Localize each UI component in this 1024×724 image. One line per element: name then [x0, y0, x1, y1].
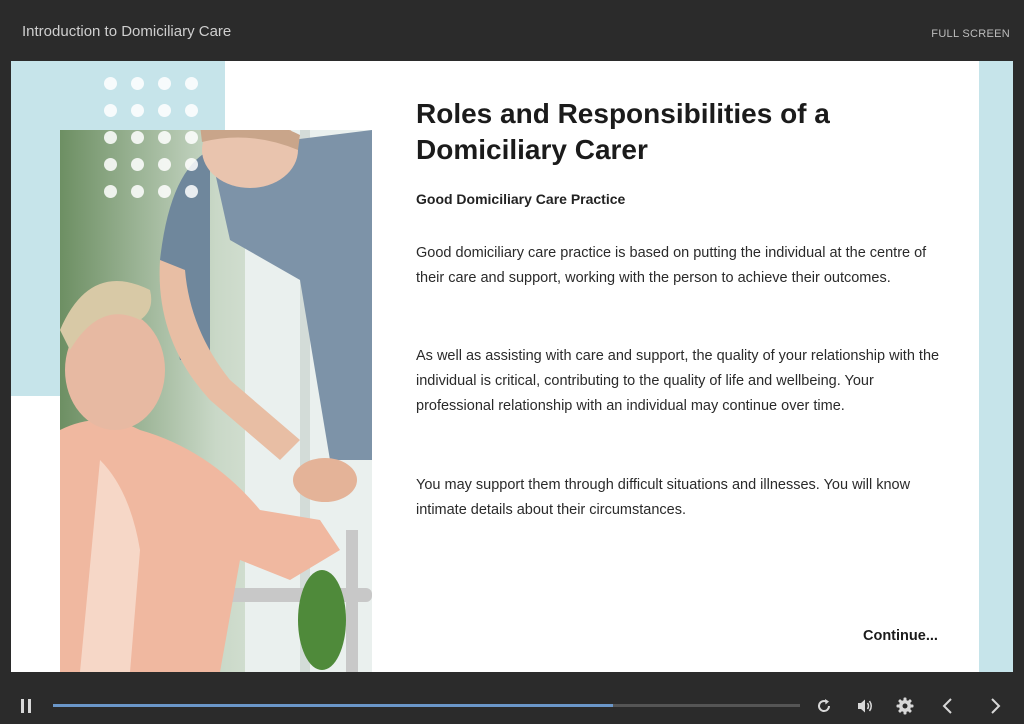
player-controls	[0, 672, 1024, 724]
continue-button[interactable]: Continue...	[863, 628, 938, 644]
pause-button[interactable]	[20, 699, 32, 713]
paragraph-1: Good domiciliary care practice is based …	[416, 245, 927, 286]
next-button[interactable]	[989, 698, 1001, 714]
replay-button[interactable]	[816, 698, 832, 714]
course-title: Introduction to Domiciliary Care	[22, 23, 232, 40]
gear-icon	[896, 697, 914, 715]
paragraph-3: You may support them through difficult s…	[416, 477, 911, 518]
chevron-right-icon	[991, 698, 1001, 714]
volume-icon	[858, 699, 872, 713]
replay-icon	[818, 699, 831, 712]
fullscreen-button[interactable]: FULL SCREEN	[931, 28, 1010, 40]
progress-bar[interactable]	[53, 704, 800, 707]
paragraph-2: As well as assisting with care and suppo…	[416, 348, 940, 414]
settings-button[interactable]	[896, 697, 914, 715]
carer-photo	[60, 130, 372, 672]
slide-title: Roles and Responsibilities of a Domicili…	[416, 98, 830, 165]
decorative-block-right	[979, 61, 1013, 672]
slide: Roles and Responsibilities of a Domicili…	[11, 61, 1013, 672]
decorative-dots	[104, 77, 214, 205]
top-bar: Introduction to Domiciliary Care FULL SC…	[0, 0, 1024, 61]
slide-subtitle: Good Domiciliary Care Practice	[416, 191, 626, 207]
progress-fill	[53, 704, 614, 707]
pause-icon	[21, 699, 24, 713]
volume-button[interactable]	[857, 698, 875, 714]
carer-illustration	[60, 130, 372, 672]
chevron-left-icon	[942, 698, 952, 714]
previous-button[interactable]	[942, 698, 954, 714]
